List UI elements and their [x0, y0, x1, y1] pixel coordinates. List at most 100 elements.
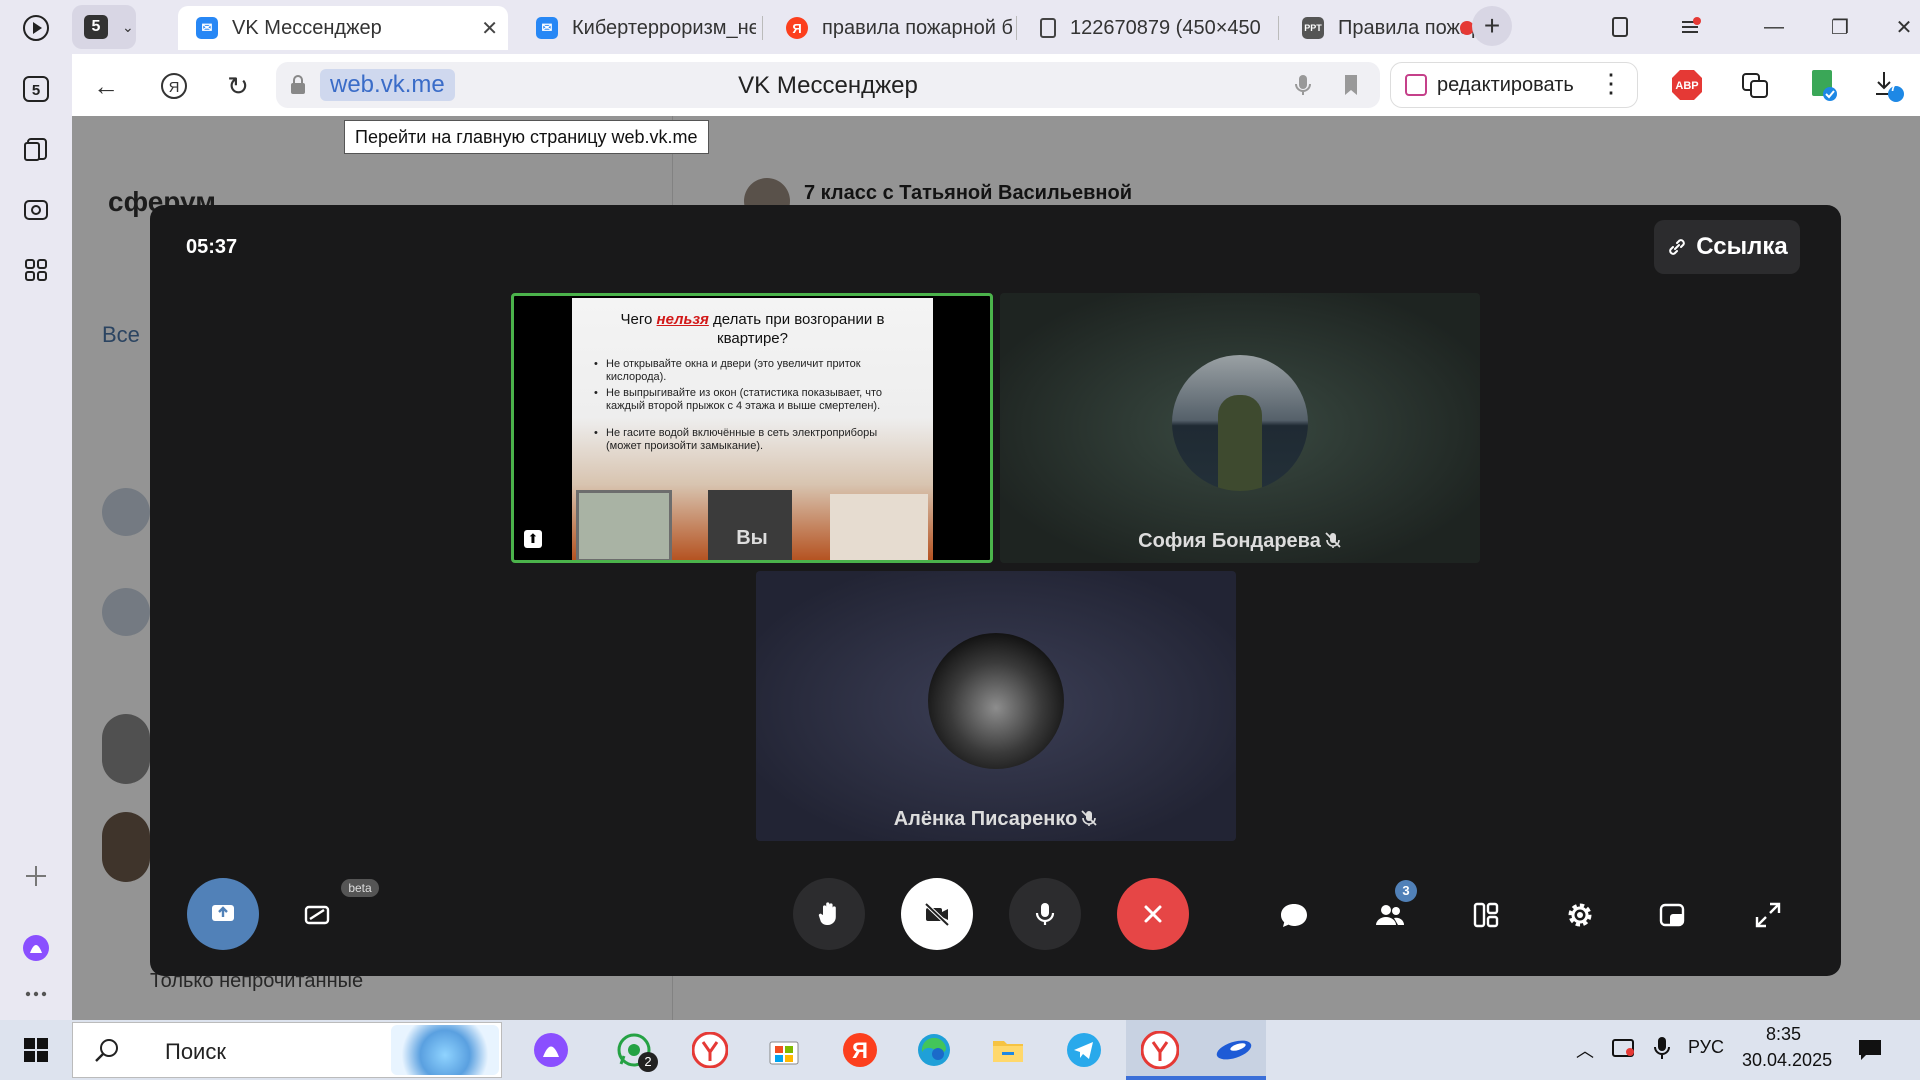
clock-time[interactable]: 8:35 [1766, 1024, 1801, 1045]
app-icon[interactable] [1212, 1028, 1256, 1072]
participant-name: Алёнка Писаренко [756, 808, 1236, 831]
adblock-icon[interactable]: ABP [1668, 66, 1706, 104]
translate-icon[interactable] [1736, 66, 1774, 104]
raise-hand-button[interactable] [793, 878, 865, 950]
tab-fire-rules[interactable]: Я правила пожарной б [768, 6, 1012, 50]
layout-grid-icon [1473, 902, 1499, 928]
apps-grid-icon[interactable] [18, 252, 54, 288]
restore-icon[interactable]: ❐ [1818, 10, 1862, 44]
fullscreen-button[interactable] [1744, 891, 1792, 939]
end-call-button[interactable] [1117, 878, 1189, 950]
minimize-call-button[interactable] [1648, 891, 1696, 939]
menu-icon[interactable] [1668, 10, 1712, 44]
effects-icon [304, 905, 330, 925]
bookmarks-icon[interactable] [1598, 10, 1642, 44]
close-window-icon[interactable]: ✕ [1882, 10, 1920, 44]
yandex-browser-icon[interactable] [688, 1028, 732, 1072]
network-icon[interactable] [1606, 1030, 1642, 1066]
microphone-icon [1035, 903, 1055, 925]
chat-button[interactable] [1270, 891, 1318, 939]
document-icon [1040, 18, 1056, 38]
tab-bar: 5 ⌄ ✉ VK Мессенджер ✕ ✉ Кибертерроризм_н… [72, 0, 1920, 54]
settings-button[interactable] [1556, 891, 1604, 939]
browser-sidebar: 5 [0, 0, 72, 1020]
microphone-tray-icon[interactable] [1644, 1030, 1680, 1066]
participant-tile-self[interactable]: Чего нельзя делать при возгорании в квар… [511, 293, 993, 563]
avatar [928, 633, 1064, 769]
close-tab-icon[interactable]: ✕ [481, 16, 498, 41]
alice-icon[interactable] [18, 930, 54, 966]
effects-button[interactable] [294, 891, 342, 939]
participant-name: Вы [736, 527, 768, 549]
microphone-button[interactable] [1009, 878, 1081, 950]
bookmark-icon[interactable] [1338, 72, 1364, 98]
address-bar[interactable]: web.vk.me VK Мессенджер [276, 62, 1380, 108]
search-highlight-image [391, 1025, 499, 1075]
taskbar-search[interactable]: Поиск [72, 1022, 502, 1078]
play-icon[interactable] [18, 10, 54, 46]
close-icon [1144, 905, 1162, 923]
telegram-icon[interactable] [1062, 1028, 1106, 1072]
participant-tile-alyonka[interactable]: Алёнка Писаренко [756, 571, 1236, 841]
add-panel-icon[interactable] [18, 858, 54, 894]
notifications-icon[interactable] [1848, 1028, 1892, 1072]
yandex-icon[interactable]: Я [838, 1028, 882, 1072]
tab-label: Кибертерроризм_не [572, 16, 756, 39]
back-icon[interactable]: ← [86, 66, 126, 106]
downloads-icon[interactable]: 7 [1868, 66, 1906, 104]
participant-name: София Бондарева [1000, 530, 1480, 553]
window-photo [576, 490, 672, 560]
page-title: VK Мессенджер [738, 72, 918, 99]
tab-separator [1278, 16, 1279, 40]
call-link-label: Ссылка [1696, 233, 1788, 260]
layout-button[interactable] [1462, 891, 1510, 939]
svg-text:5: 5 [32, 82, 40, 99]
microphone-icon[interactable] [1290, 72, 1316, 98]
windows-start-icon[interactable] [14, 1028, 58, 1072]
screen-share-icon: ⬆ [524, 530, 542, 548]
taskbar: Поиск 2 Я ︿ РУС 8:35 30.04.2025 [0, 1020, 1920, 1080]
participants-badge: 3 [1395, 880, 1417, 902]
tab-image[interactable]: 122670879 (450×450 [1022, 6, 1272, 50]
fullscreen-icon [1755, 902, 1781, 928]
screen-share-button[interactable] [187, 878, 259, 950]
extension-check-icon[interactable] [1804, 66, 1842, 104]
new-tab-icon[interactable]: + [1472, 6, 1512, 46]
more-icon[interactable] [18, 976, 54, 1012]
participant-tile-sofia[interactable]: София Бондарева [1000, 293, 1480, 563]
whatsapp-icon[interactable]: 2 [612, 1028, 658, 1072]
navigation-bar: ← Я ↻ web.vk.me VK Мессенджер редактиров… [72, 54, 1920, 116]
clock-date[interactable]: 30.04.2025 [1742, 1050, 1832, 1071]
chevron-down-icon[interactable]: ⌄ [122, 19, 134, 36]
chevron-up-icon[interactable]: ︿ [1576, 1037, 1594, 1063]
alice-taskbar-icon[interactable] [529, 1028, 573, 1072]
file-explorer-icon[interactable] [986, 1028, 1030, 1072]
tab-vk-messenger[interactable]: ✉ VK Мессенджер ✕ [178, 6, 508, 50]
slide-title: Чего нельзя делать при возгорании в квар… [620, 311, 885, 347]
input-language[interactable]: РУС [1688, 1037, 1724, 1058]
edit-icon [1405, 74, 1427, 96]
yandex-icon: Я [786, 17, 808, 39]
edge-icon[interactable] [912, 1028, 956, 1072]
screenshot-icon[interactable] [18, 192, 54, 228]
tab-separator [762, 16, 763, 40]
camera-toggle-button[interactable] [901, 878, 973, 950]
microsoft-store-icon[interactable] [762, 1028, 806, 1072]
tab-cyberterrorism[interactable]: ✉ Кибертерроризм_не [518, 6, 756, 50]
reload-icon[interactable]: ↻ [218, 66, 258, 106]
participants-icon [1376, 905, 1405, 925]
minimize-icon[interactable]: — [1752, 10, 1796, 44]
tab-group-button[interactable]: 5 ⌄ [72, 5, 136, 49]
kebab-menu-icon[interactable]: ⋮ [1598, 68, 1624, 99]
ppt-file-icon: PPT [1302, 17, 1324, 39]
call-link-button[interactable]: Ссылка [1654, 220, 1800, 274]
gear-icon [1568, 903, 1592, 927]
tab-label: правила пожарной б [822, 16, 1012, 39]
avatar [1172, 355, 1308, 491]
camera-off-icon [924, 902, 950, 927]
tab-count-icon[interactable]: 5 [18, 71, 54, 107]
yandex-home-icon[interactable]: Я [154, 66, 194, 106]
search-icon [95, 1039, 118, 1062]
collections-icon[interactable] [18, 131, 54, 167]
yandex-browser-active-icon[interactable] [1138, 1028, 1182, 1072]
